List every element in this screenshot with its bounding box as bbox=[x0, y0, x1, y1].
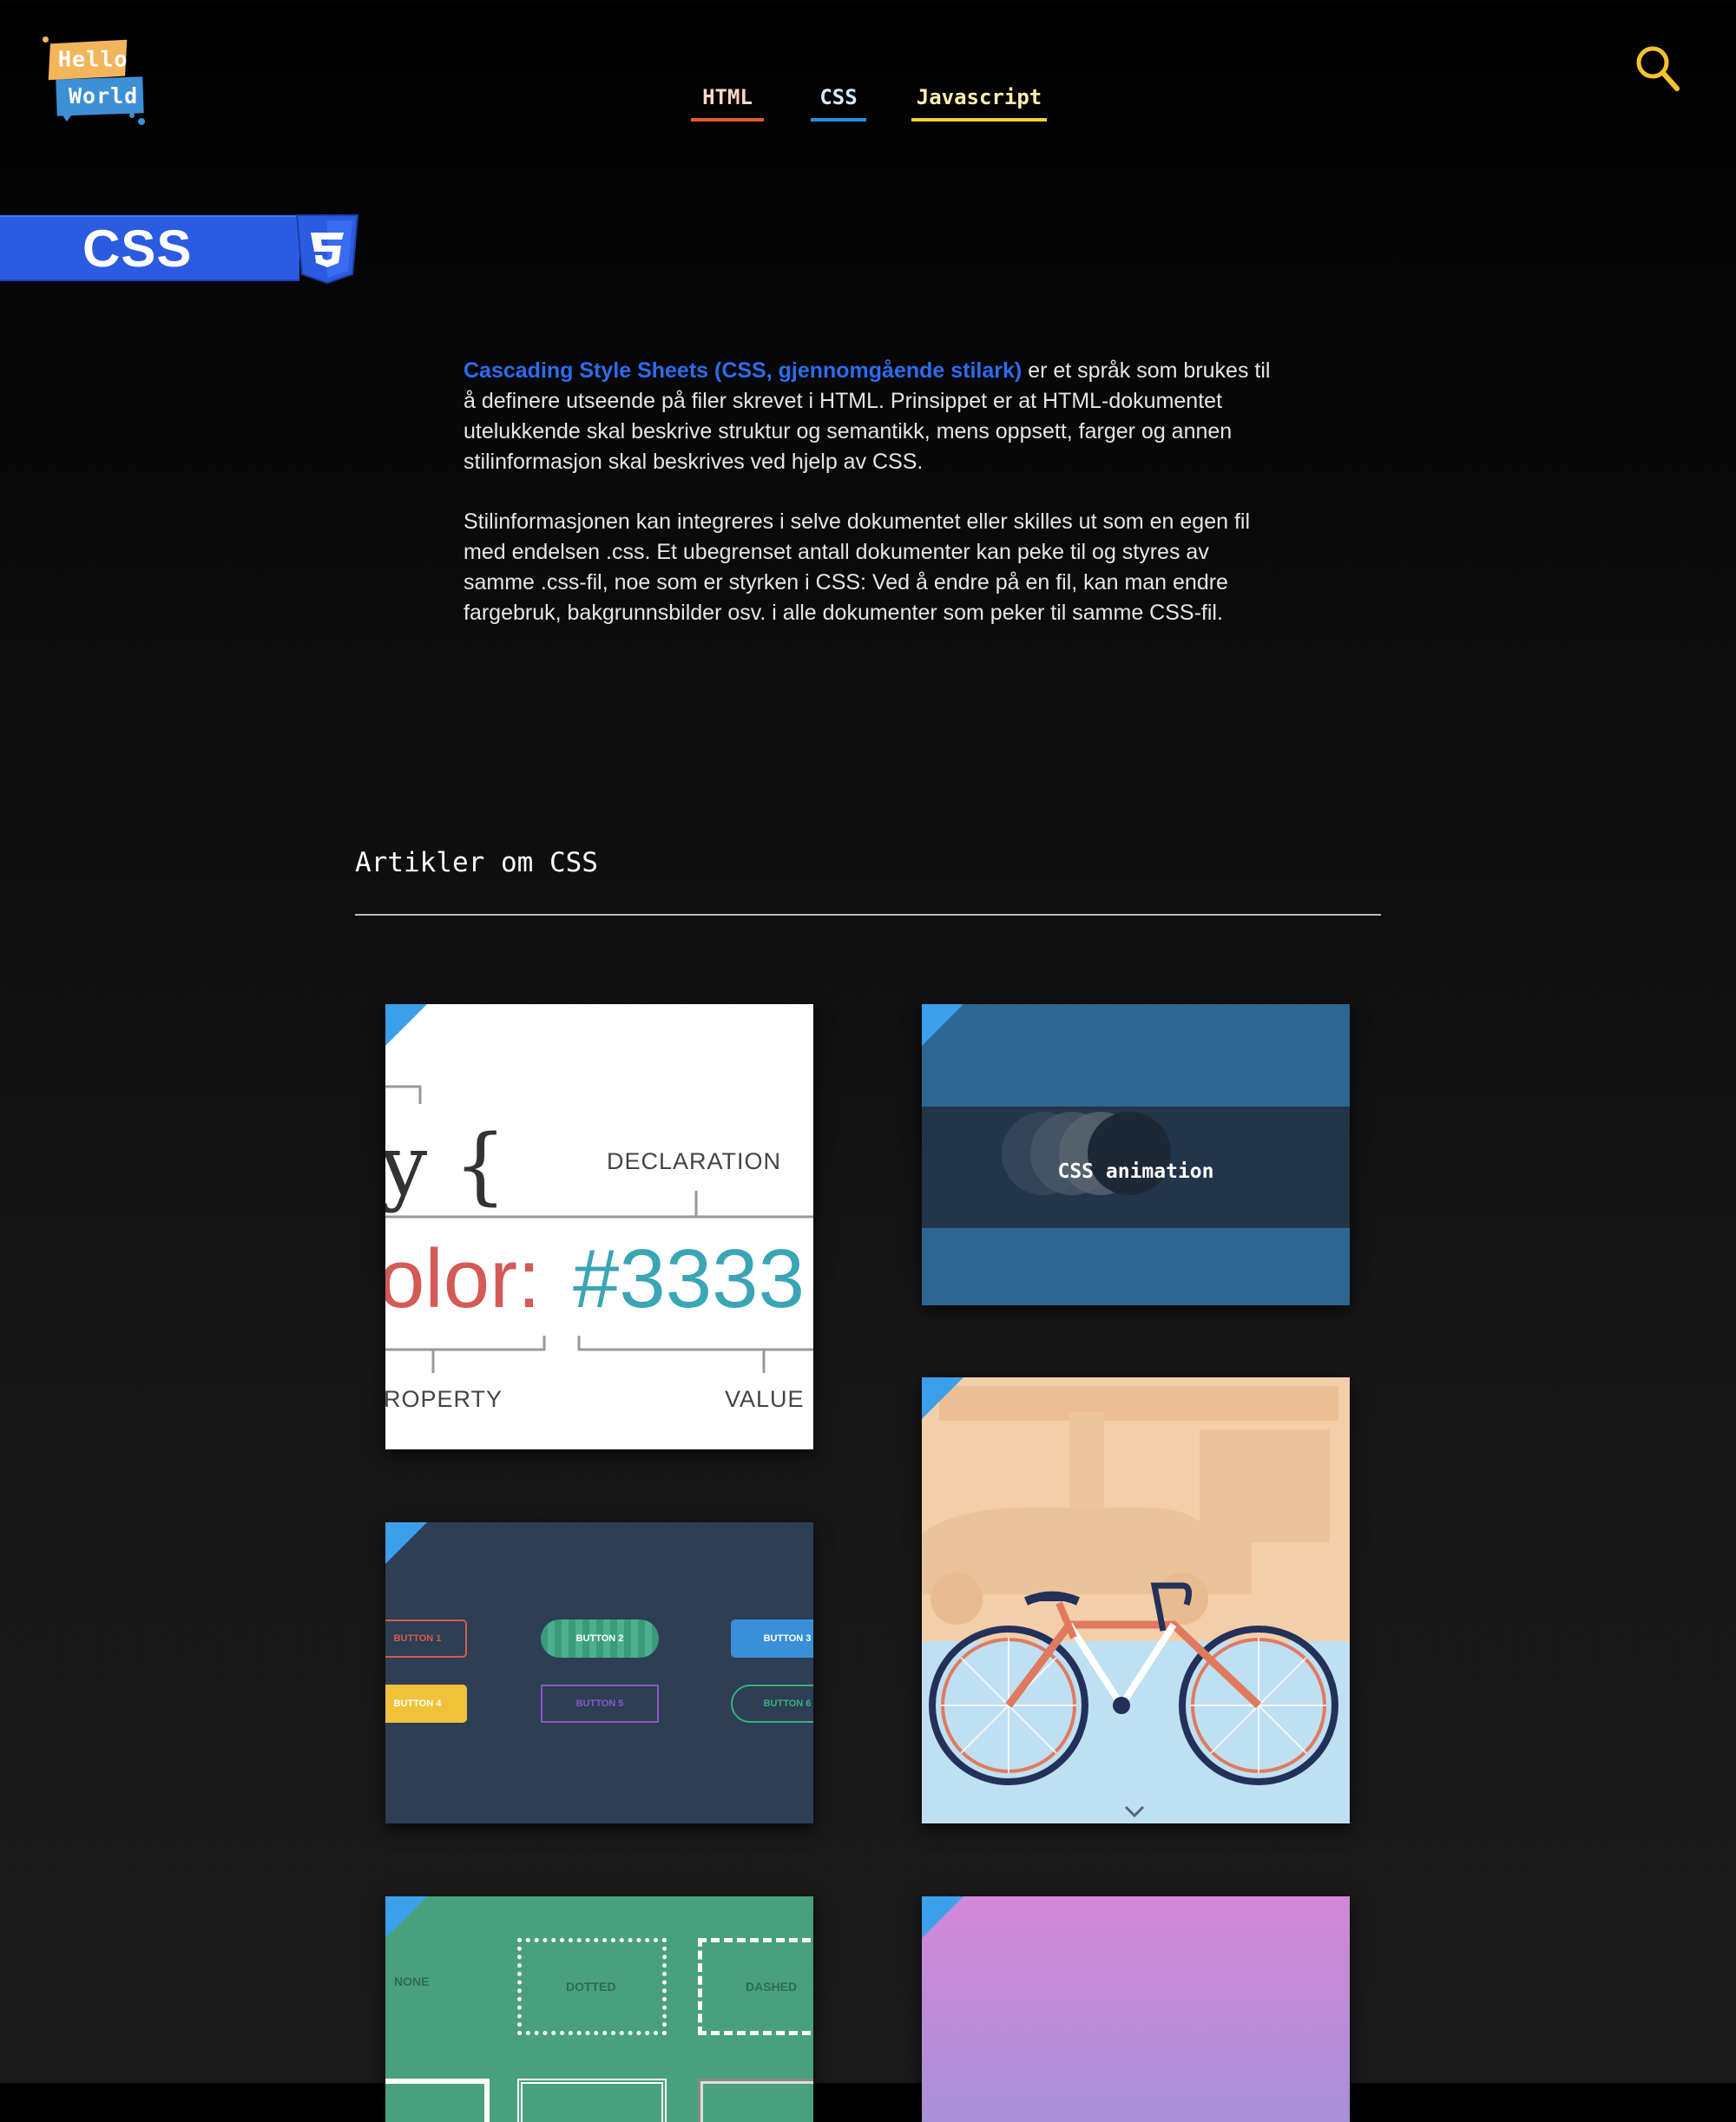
nav-link-html[interactable]: HTML bbox=[691, 85, 764, 122]
border-dotted-label: DOTTED bbox=[566, 1980, 616, 1994]
card-corner-icon bbox=[922, 1377, 963, 1419]
nav-link-javascript[interactable]: Javascript bbox=[911, 85, 1047, 122]
article-card-css-borders[interactable]: NONE DOTTED DASHED bbox=[385, 1896, 813, 2122]
intro-paragraph-1: Cascading Style Sheets (CSS, gjennomgåen… bbox=[464, 356, 1271, 477]
declaration-label: DECLARATION bbox=[607, 1148, 782, 1174]
button-1-sample: BUTTON 1 bbox=[385, 1619, 467, 1658]
page-title-banner: CSS bbox=[0, 215, 299, 281]
nav-link-css[interactable]: CSS bbox=[811, 85, 866, 122]
article-card-css-syntax[interactable]: y { DECLARATION olor: #3333 ROPERTY VALU… bbox=[385, 1004, 813, 1449]
logo-dot bbox=[129, 113, 135, 118]
css-wiki-link[interactable]: Cascading Style Sheets (CSS, gjennomgåen… bbox=[464, 358, 1022, 383]
property-text: olor: bbox=[385, 1232, 541, 1325]
article-card-css-gradient[interactable] bbox=[922, 1896, 1350, 2122]
logo-bubble-tail bbox=[58, 109, 76, 122]
button-6-sample: BUTTON 6 bbox=[731, 1685, 813, 1723]
search-icon[interactable] bbox=[1635, 45, 1680, 94]
border-groove-sample bbox=[698, 2079, 813, 2122]
logo-bubble-hello: Hello bbox=[48, 39, 128, 81]
button-4-sample: BUTTON 4 bbox=[385, 1685, 467, 1723]
articles-heading: Artikler om CSS bbox=[355, 847, 598, 878]
card-corner-icon bbox=[922, 1004, 963, 1046]
border-solid-sample bbox=[385, 2079, 490, 2122]
bicycle-illustration bbox=[922, 1377, 1350, 1823]
article-card-css-animation[interactable]: CSS animation bbox=[922, 1004, 1350, 1305]
border-dashed-label: DASHED bbox=[746, 1980, 798, 1994]
border-double-sample bbox=[517, 2079, 667, 2122]
selector-brace: y { bbox=[385, 1117, 507, 1214]
logo-hello: Hello bbox=[57, 46, 128, 72]
intro-paragraph-2: Stilinformasjonen kan integreres i selve… bbox=[464, 509, 1251, 625]
css3-shield-icon bbox=[295, 214, 359, 285]
article-card-bicycle[interactable] bbox=[922, 1377, 1350, 1823]
logo-world: World bbox=[68, 82, 139, 108]
article-card-css-buttons[interactable]: BUTTON 1 BUTTON 2 BUTTON 3 BUTTON 4 BUTT… bbox=[385, 1522, 813, 1823]
site-logo[interactable]: Hello World bbox=[39, 33, 152, 128]
intro-text: Cascading Style Sheets (CSS, gjennomgåen… bbox=[464, 356, 1271, 658]
section-divider bbox=[355, 914, 1381, 916]
syntax-diagram-lines bbox=[385, 1085, 813, 1373]
button-3-sample: BUTTON 3 bbox=[731, 1619, 813, 1658]
button-5-sample: BUTTON 5 bbox=[541, 1685, 659, 1723]
card-corner-icon bbox=[922, 1896, 963, 1938]
logo-dot bbox=[138, 118, 145, 125]
card-corner-icon bbox=[385, 1896, 427, 1938]
border-none-label: NONE bbox=[394, 1974, 430, 1988]
button-2-sample: BUTTON 2 bbox=[541, 1619, 659, 1658]
card-caption: CSS animation bbox=[1057, 1160, 1214, 1183]
animation-circles bbox=[1002, 1112, 1171, 1195]
card-corner-icon bbox=[385, 1522, 427, 1564]
card-corner-icon bbox=[385, 1004, 427, 1046]
logo-dot bbox=[43, 36, 49, 43]
property-label: ROPERTY bbox=[385, 1386, 503, 1412]
page-title: CSS bbox=[82, 220, 193, 278]
value-text: #3333 bbox=[573, 1232, 805, 1325]
value-label: VALUE bbox=[725, 1386, 805, 1412]
